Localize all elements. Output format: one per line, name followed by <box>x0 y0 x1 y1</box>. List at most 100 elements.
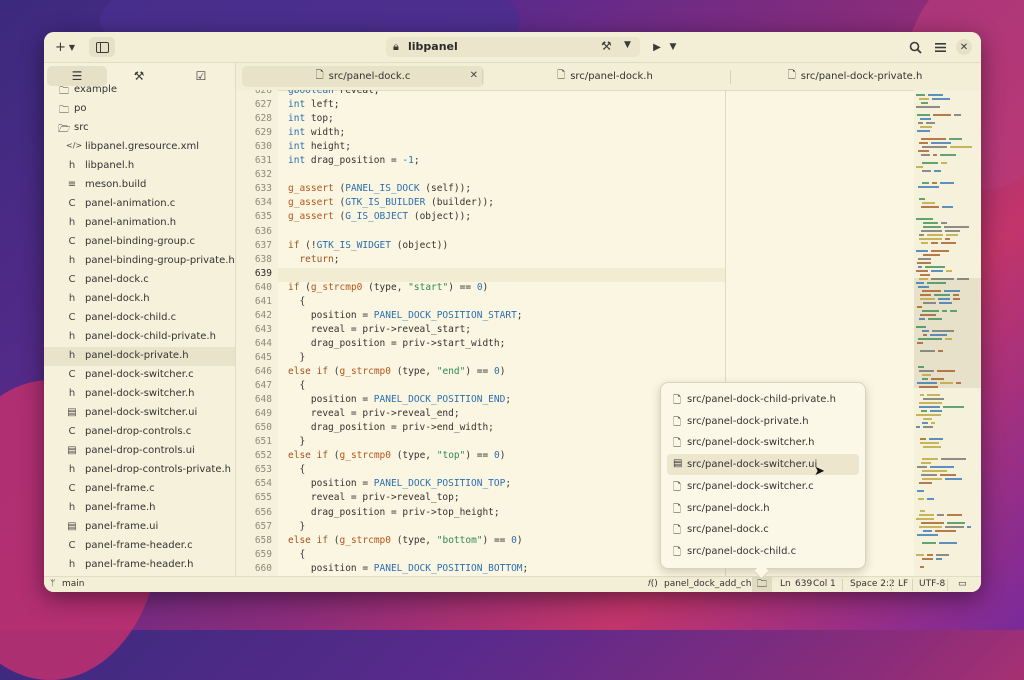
code-view[interactable]: gboolean reveal; int left; int top; int wid… <box>278 90 725 576</box>
code-line[interactable]: } <box>288 352 305 363</box>
line-ending[interactable]: LF <box>898 579 908 589</box>
code-line[interactable]: else if (g_strcmp0 (type, "bottom") == 0… <box>288 535 523 546</box>
code-line[interactable]: int top; <box>288 113 334 124</box>
tree-item[interactable]: </> libpanel.gresource.xml <box>44 138 235 157</box>
tree-item[interactable]: Cpanel-dock-switcher.c <box>44 366 235 385</box>
open-document-item[interactable]: 🗋 src/panel-dock-child.c <box>667 541 859 562</box>
code-line[interactable]: } <box>288 436 305 447</box>
tab-document[interactable]: 🗋 src/panel-dock.h <box>486 66 724 87</box>
branch-icon: ᛘ <box>50 579 56 589</box>
tree-item[interactable]: Cpanel-drop-controls.c <box>44 423 235 442</box>
code-line[interactable]: { <box>288 296 305 307</box>
code-line[interactable]: int drag_position = -1; <box>288 155 420 166</box>
open-document-item[interactable]: 🗋 src/panel-dock.c <box>667 519 859 540</box>
col-number[interactable]: 1 <box>830 579 836 589</box>
line-number: 635 <box>254 211 272 223</box>
code-line[interactable]: return; <box>288 254 339 265</box>
toggle-sidebar-button[interactable] <box>89 37 115 57</box>
build-menu-chevron-icon[interactable]: ▼ <box>624 40 631 50</box>
code-line[interactable]: { <box>288 549 305 560</box>
folder-icon: 🗀 <box>757 578 767 590</box>
code-line[interactable]: int height; <box>288 141 351 152</box>
editor-tabs: 🗋 src/panel-dock.c ✕ 🗋 src/panel-dock.h 🗋 src/… <box>236 63 981 91</box>
code-line[interactable]: int width; <box>288 127 345 138</box>
code-line[interactable]: gboolean reveal; <box>288 90 380 96</box>
tab-document[interactable]: 🗋 src/panel-dock-private.h <box>734 66 976 87</box>
current-symbol[interactable]: panel_dock_add_child <box>664 579 762 589</box>
close-tab-icon[interactable]: ✕ <box>470 70 478 81</box>
tree-item[interactable]: h panel-animation.h <box>44 214 235 233</box>
code-line[interactable]: if (g_strcmp0 (type, "start") == 0) <box>288 282 488 293</box>
c-file-icon: C <box>68 236 76 247</box>
code-line[interactable]: g_assert (GTK_IS_BUILDER (builder)); <box>288 197 494 208</box>
tree-item-label: panel-frame-header.c <box>85 540 193 551</box>
code-line[interactable]: drag_position = priv->top_height; <box>288 507 500 518</box>
tree-item[interactable]: 🗁 src <box>44 119 235 138</box>
open-document-item[interactable]: 🗋 src/panel-dock-switcher.c <box>667 476 859 497</box>
tree-item[interactable]: h panel-dock-private.h <box>44 347 235 366</box>
main-menu-button[interactable] <box>930 37 950 57</box>
code-line[interactable]: reveal = priv->reveal_end; <box>288 408 460 419</box>
tree-item[interactable]: ▤ panel-frame.ui <box>44 518 235 537</box>
tree-item[interactable]: h panel-frame-header.h <box>44 556 235 575</box>
tree-item[interactable]: Cpanel-dock-child.c <box>44 309 235 328</box>
encoding[interactable]: UTF-8 <box>919 579 945 589</box>
code-line[interactable]: int left; <box>288 99 340 110</box>
tree-item[interactable]: Cpanel-dock.c <box>44 271 235 290</box>
tree-item[interactable]: h panel-dock-switcher.h <box>44 385 235 404</box>
open-documents-button[interactable]: 🗀 <box>752 577 772 592</box>
search-button[interactable] <box>905 37 925 57</box>
project-title-button[interactable]: 🔒︎ libpanel ⚒ ▼ <box>386 37 640 57</box>
tree-item[interactable]: h panel-dock.h <box>44 290 235 309</box>
code-line[interactable]: else if (g_strcmp0 (type, "end") == 0) <box>288 366 505 377</box>
tree-item[interactable]: h panel-binding-group-private.h <box>44 252 235 271</box>
line-number[interactable]: 639 <box>795 579 812 589</box>
open-document-item[interactable]: 🗋 src/panel-dock-private.h <box>667 411 859 432</box>
code-line[interactable]: } <box>288 521 305 532</box>
tree-item[interactable]: Cpanel-binding-group.c <box>44 233 235 252</box>
code-line[interactable]: drag_position = priv->end_width; <box>288 422 494 433</box>
code-line[interactable]: reveal = priv->reveal_top; <box>288 492 460 503</box>
branch-name[interactable]: main <box>62 579 85 589</box>
code-line[interactable]: reveal = priv->reveal_start; <box>288 324 471 335</box>
tree-item[interactable]: ▤ panel-drop-controls.ui <box>44 442 235 461</box>
close-icon: ✕ <box>956 39 972 55</box>
code-line[interactable]: if (!GTK_IS_WIDGET (object)) <box>288 240 448 251</box>
code-line[interactable]: position = PANEL_DOCK_POSITION_BOTTOM; <box>288 563 528 574</box>
code-line[interactable]: { <box>288 464 305 475</box>
tree-item[interactable]: 🗀 po <box>44 100 235 119</box>
tree-item[interactable]: Cpanel-frame-header.c <box>44 537 235 556</box>
tree-item[interactable]: Cpanel-animation.c <box>44 195 235 214</box>
new-menu-button[interactable]: + ▼ <box>52 37 78 57</box>
tree-item[interactable]: h panel-drop-controls-private.h <box>44 461 235 480</box>
panel-toggle-icon[interactable]: ▭ <box>958 579 967 589</box>
header-file-icon: h <box>68 217 76 228</box>
tree-item[interactable]: h panel-dock-child-private.h <box>44 328 235 347</box>
code-line[interactable]: g_assert (PANEL_IS_DOCK (self)); <box>288 183 471 194</box>
build-hammer-icon[interactable]: ⚒ <box>601 39 612 53</box>
minimap[interactable] <box>914 90 981 576</box>
indent-setting[interactable]: Space 2:2 <box>850 579 895 589</box>
open-document-item[interactable]: 🗋 src/panel-dock-child-private.h <box>667 389 859 410</box>
code-line[interactable]: drag_position = priv->start_width; <box>288 338 505 349</box>
open-document-item[interactable]: 🗋 src/panel-dock.h <box>667 498 859 519</box>
code-line[interactable]: { <box>288 380 305 391</box>
code-line[interactable]: position = PANEL_DOCK_POSITION_TOP; <box>288 478 511 489</box>
run-menu-button[interactable]: ▼ <box>666 37 680 57</box>
close-window-button[interactable]: ✕ <box>955 37 973 57</box>
run-button[interactable]: ▶ <box>648 37 666 57</box>
tree-item[interactable]: 🗀 example <box>44 81 235 100</box>
file-icon: 🗋 <box>315 70 324 81</box>
tree-item[interactable]: ▤ panel-dock-switcher.ui <box>44 404 235 423</box>
code-line[interactable]: position = PANEL_DOCK_POSITION_END; <box>288 394 511 405</box>
tree-item[interactable]: ≡ meson.build <box>44 176 235 195</box>
tree-item[interactable]: Cpanel-frame.c <box>44 480 235 499</box>
tree-item[interactable]: h libpanel.h <box>44 157 235 176</box>
code-line[interactable]: g_assert (G_IS_OBJECT (object)); <box>288 211 471 222</box>
code-line[interactable]: else if (g_strcmp0 (type, "top") == 0) <box>288 450 505 461</box>
tab-document[interactable]: 🗋 src/panel-dock.c ✕ <box>242 66 484 87</box>
tree-item[interactable]: h panel-frame.h <box>44 499 235 518</box>
code-line[interactable]: position = PANEL_DOCK_POSITION_START; <box>288 310 523 321</box>
open-document-item[interactable]: ▤ src/panel-dock-switcher.ui <box>667 454 859 476</box>
open-document-item[interactable]: 🗋 src/panel-dock-switcher.h <box>667 432 859 453</box>
